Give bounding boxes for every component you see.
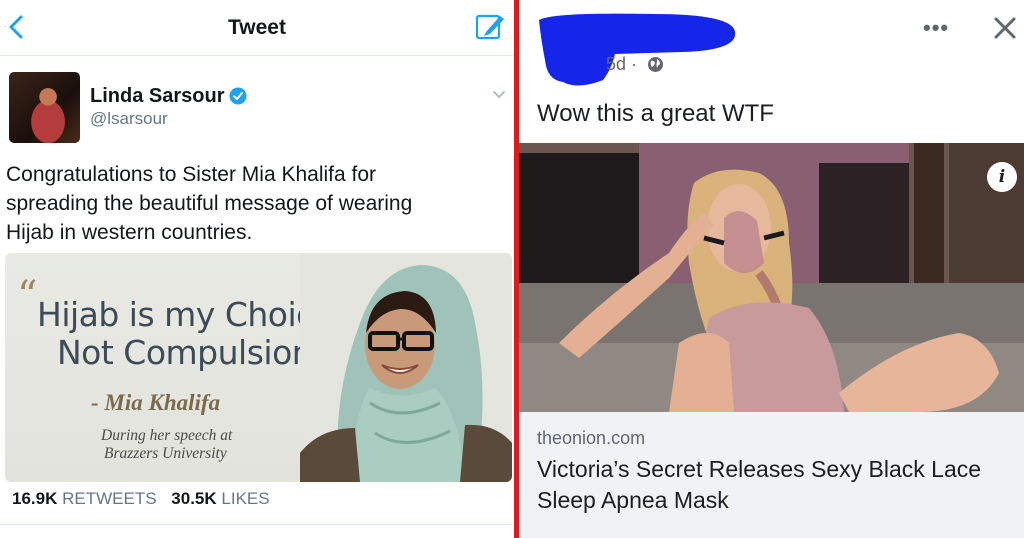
compose-tweet-icon[interactable] [474, 12, 506, 42]
like-label[interactable]: LIKES [221, 489, 269, 508]
user-handle[interactable]: @lsarsour [90, 109, 168, 129]
facebook-post-panel: 5d · ••• Wow this a great WTF i theonion… [519, 0, 1024, 538]
avatar[interactable] [9, 72, 80, 143]
more-options-icon[interactable]: ••• [923, 17, 953, 39]
quote-context-line-2: Brazzers University [104, 445, 227, 462]
tweet-panel: Tweet Linda Sarsour @lsarsour Congratula… [0, 0, 514, 538]
tweet-text-line: Hijab in western countries. [6, 221, 253, 244]
info-icon[interactable]: i [987, 162, 1017, 192]
quote-image-card[interactable]: “ Hijab is my Choice, Not Compulsion. - … [5, 253, 512, 482]
divider-line [0, 524, 514, 525]
quote-context-line-1: During her speech at [101, 427, 233, 444]
verified-badge-icon [229, 87, 247, 105]
link-domain[interactable]: theonion.com [537, 428, 645, 449]
link-headline[interactable]: Victoria’s Secret Releases Sexy Black La… [537, 454, 1017, 516]
retweet-label[interactable]: RETWEETS [62, 489, 156, 508]
post-text: Wow this a great WTF [537, 100, 774, 127]
quote-line-1: Hijab is my Choice, [37, 295, 344, 334]
close-icon[interactable] [993, 16, 1017, 40]
header-title: Tweet [228, 16, 286, 39]
display-name[interactable]: Linda Sarsour [90, 85, 224, 108]
link-preview-image[interactable] [519, 143, 1024, 412]
tweet-text-line: Congratulations to Sister Mia Khalifa fo… [6, 163, 377, 186]
portrait-photo [300, 253, 512, 482]
tweet-text: Congratulations to Sister Mia Khalifa fo… [6, 160, 506, 247]
like-count[interactable]: 30.5K [171, 489, 216, 508]
quote-mark: “ [17, 273, 38, 319]
quote-attribution: - Mia Khalifa [91, 390, 221, 415]
tweet-text-line: spreading the beautiful message of weari… [6, 192, 413, 215]
tweet-stats: 16.9K RETWEETS 30.5K LIKES [12, 489, 270, 509]
chevron-down-icon[interactable] [492, 90, 506, 100]
tweet-header: Tweet [0, 0, 514, 56]
post-timestamp[interactable]: 5d · [606, 54, 637, 75]
globe-icon [648, 57, 663, 72]
retweet-count[interactable]: 16.9K [12, 489, 57, 508]
quote-line-2: Not Compulsion. [57, 333, 323, 372]
